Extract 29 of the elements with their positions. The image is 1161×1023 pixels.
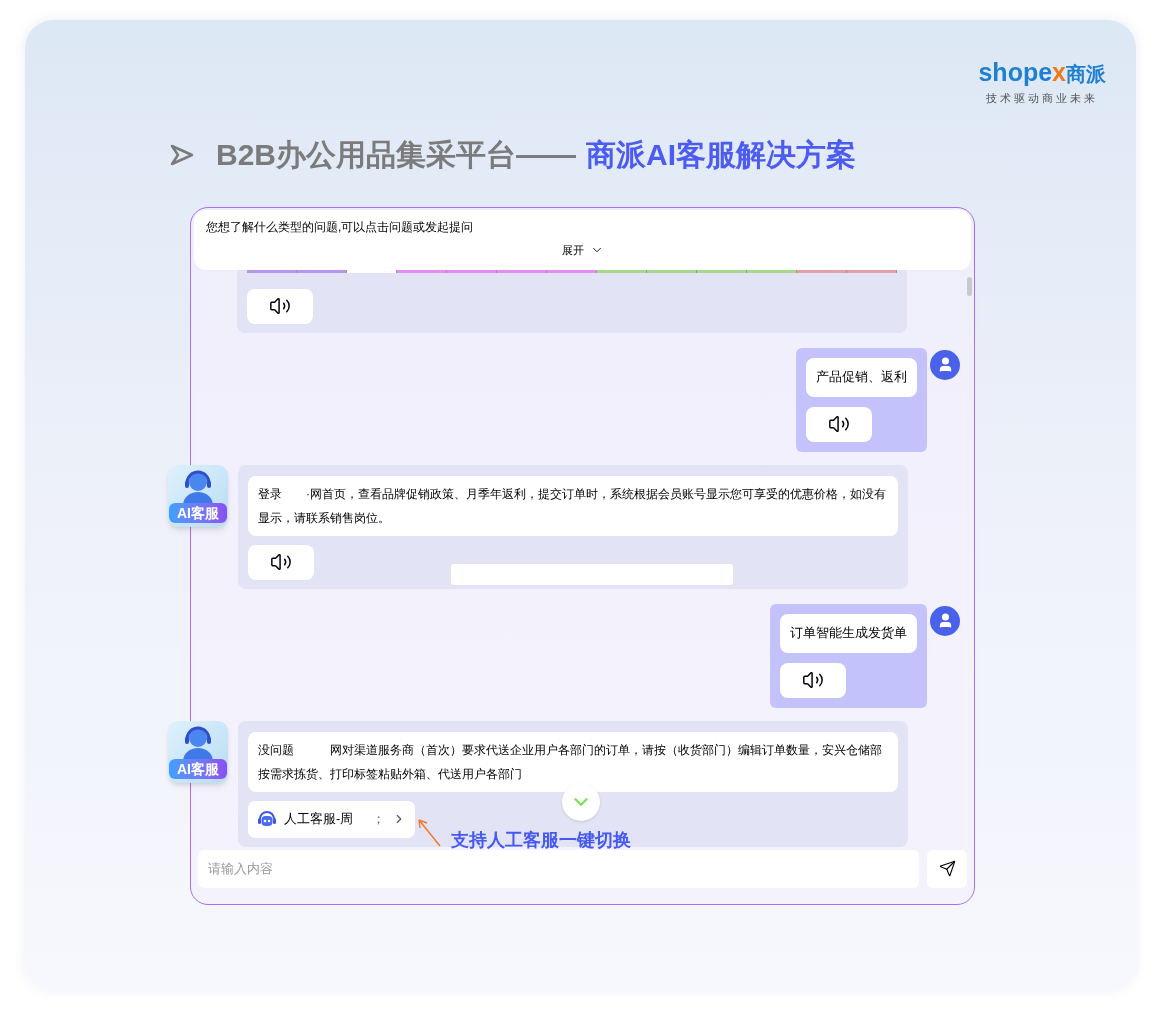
message-text: 订单智能生成发货单 [780, 613, 917, 653]
send-icon [938, 860, 956, 877]
expand-button[interactable]: 展开 [561, 241, 604, 258]
scrollbar-thumb [967, 276, 972, 296]
speaker-icon [802, 669, 824, 691]
callout-text: 支持人工客服一键切换 [451, 831, 631, 850]
message-text: 产品促销、返利 [806, 357, 917, 397]
avatar-label: AI客服 [169, 502, 227, 523]
speaker-button[interactable] [247, 288, 313, 324]
agent-switch-button[interactable]: 人工客服-周 ； [248, 800, 416, 838]
speaker-button[interactable] [780, 662, 846, 698]
banner-prompt: 您想了解什么类型的问题,可以点击问题或发起提问 [206, 218, 475, 236]
agent-name: 人工客服-周 [284, 810, 354, 828]
message-input[interactable]: 请输入内容 [198, 849, 919, 888]
avatar-label: AI客服 [169, 758, 227, 779]
arrowhead-icon [170, 143, 194, 166]
message-text: 没问题 网对渠道服务商（首次）要求代送企业用户各部门的订单，请按（收货部门）编辑订单数量，安兴仓储部按需求拣货、打印标签粘贴外箱、代送用户各部门 [248, 731, 898, 792]
headline: B2B办公用品集采平台—— 商派AI客服解决方案 [216, 136, 856, 173]
speaker-icon [269, 295, 291, 317]
agent-trailing-text: ； [372, 810, 386, 828]
speaker-icon [828, 413, 850, 435]
brand-wordmark: shopex商派 [978, 58, 1106, 88]
speaker-icon [270, 551, 292, 573]
speaker-button[interactable] [248, 544, 314, 580]
brand-tagline: 技术驱动商业未来 [986, 91, 1099, 106]
message-text: 登录 ·网首页，查看品牌促销政策、月季年返利，提交订单时，系统根据会员账号显示您可享受的优惠价格，如没有显示，请联系销售岗位。 [248, 475, 898, 536]
robot-icon [257, 810, 277, 828]
send-button[interactable] [927, 849, 967, 888]
speaker-button[interactable] [806, 406, 872, 442]
